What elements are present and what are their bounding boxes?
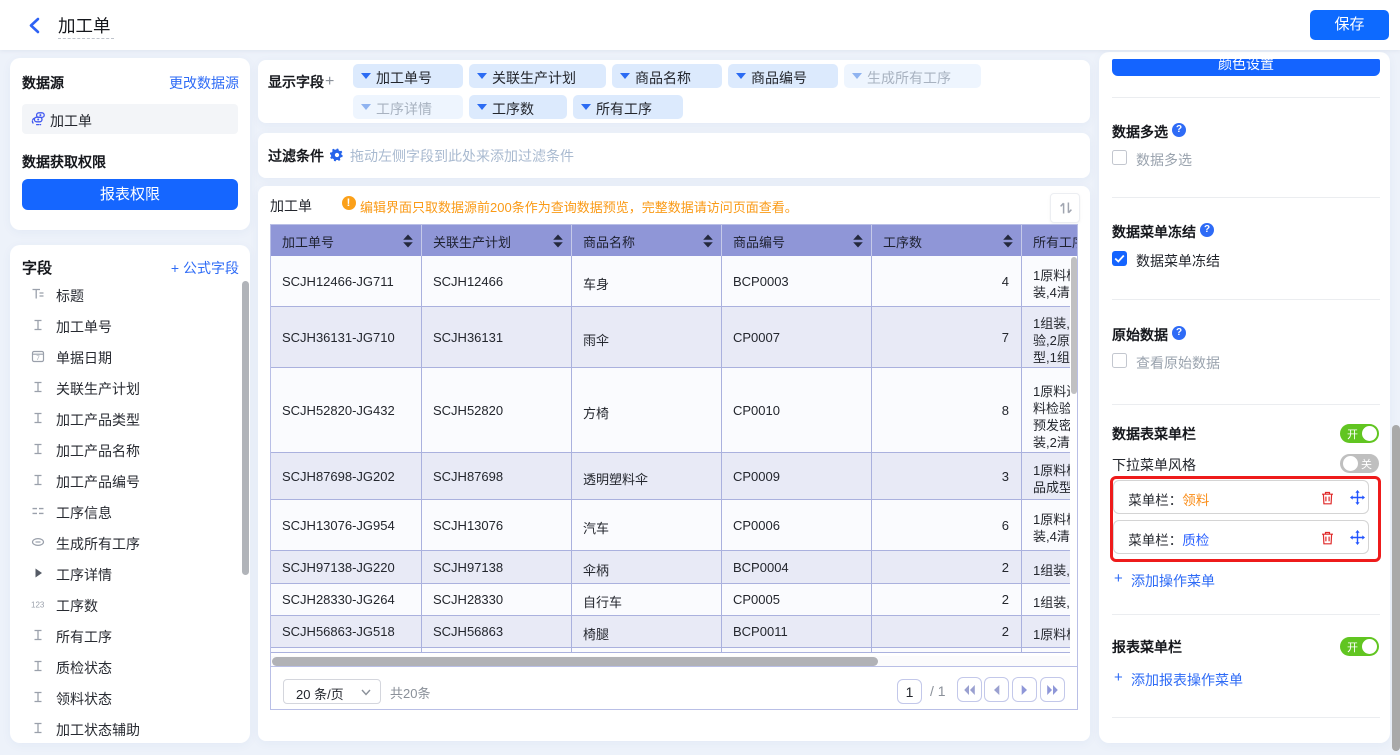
svg-text:123: 123 — [31, 601, 45, 610]
